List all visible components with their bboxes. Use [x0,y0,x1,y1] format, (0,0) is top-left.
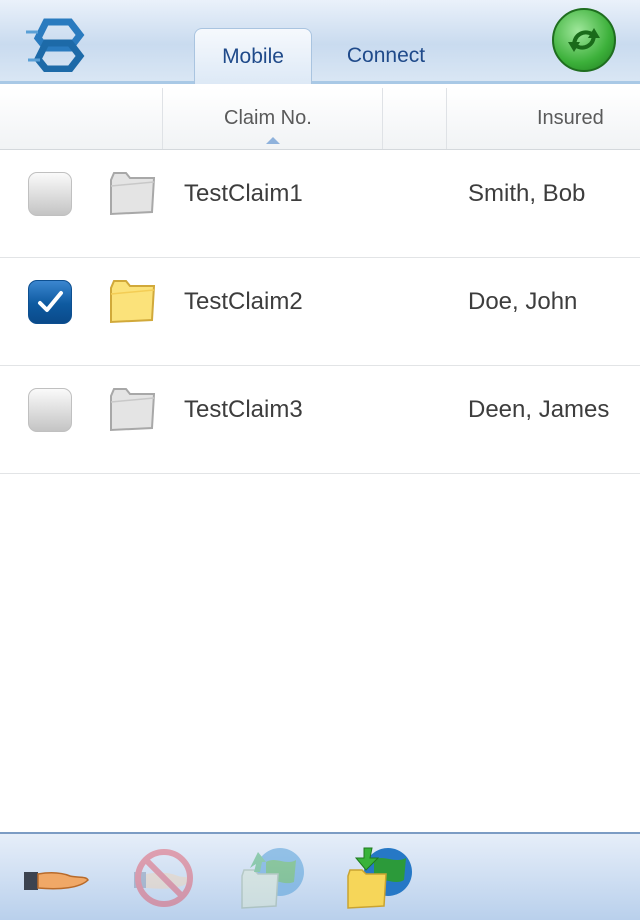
sort-ascending-icon [266,137,280,144]
table-row[interactable]: TestClaim2 Doe, John [0,258,640,366]
insured-cell: Smith, Bob [468,180,586,207]
hand-button[interactable] [20,842,90,912]
bottom-toolbar [0,832,640,920]
column-label: Claim No. [224,107,312,129]
table-header: Claim No. Insured [0,88,640,150]
insured-cell: Doe, John [468,288,578,315]
checkmark-icon [38,291,63,312]
no-hand-button[interactable] [128,842,198,912]
claim-no-cell: TestClaim3 [184,396,303,423]
top-bar: Mobile Connect [0,0,640,84]
claim-no-cell: TestClaim2 [184,288,303,315]
tab-connect[interactable]: Connect [326,28,446,84]
insured-cell: Deen, James [468,396,610,423]
no-hand-icon [134,849,193,907]
upload-globe-icon [241,848,304,909]
column-label: Insured [537,107,604,129]
upload-button[interactable] [236,842,306,912]
column-header-blank[interactable] [382,88,446,149]
row-checkbox[interactable] [28,280,72,324]
column-header-insured[interactable]: Insured [446,88,640,149]
sync-icon [568,28,600,52]
download-button[interactable] [344,842,414,912]
row-checkbox[interactable] [28,388,72,432]
table-row[interactable]: TestClaim3 Deen, James [0,366,640,474]
table-row[interactable]: TestClaim1 Smith, Bob [0,150,640,258]
sync-button[interactable] [552,8,616,72]
tab-mobile[interactable]: Mobile [194,28,312,84]
folder-gray-icon [110,388,156,432]
claim-no-cell: TestClaim1 [184,180,303,207]
download-globe-icon [347,847,412,909]
hand-icon [24,871,89,890]
folder-gray-icon [110,172,156,216]
folder-yellow-icon [110,280,156,324]
row-checkbox[interactable] [28,172,72,216]
app-logo-icon [26,18,85,72]
